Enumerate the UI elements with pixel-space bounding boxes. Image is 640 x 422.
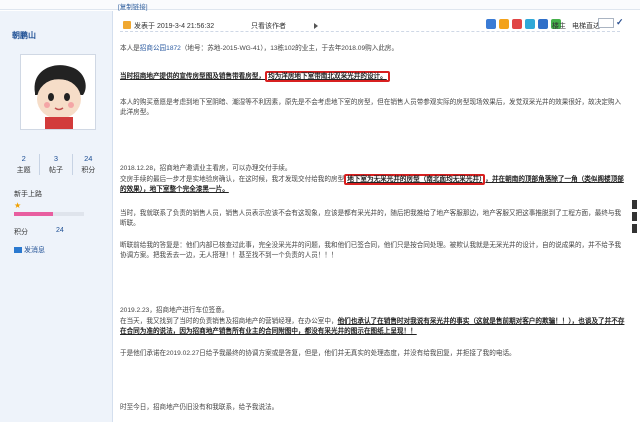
paragraph: 交房手续的最后一步才是实地验房确认，在这时候，我才发现交付给我的房型 地下室为无采…	[120, 174, 626, 195]
stat-posts[interactable]: 3 帖子	[40, 154, 73, 175]
paragraph: 断联前给我的答复是：他们内部已核查过此事，完全没采光井的问题，我和他们已签合同，…	[120, 241, 626, 261]
avatar[interactable]	[20, 54, 96, 130]
paragraph: 于是他们承诺在2019.02.27日给予我最终的协调方案或是答复，但是，他们并无…	[120, 349, 626, 359]
edge-decoration	[632, 200, 640, 236]
stat-credits[interactable]: 24 积分	[73, 154, 104, 175]
share-icon[interactable]	[525, 19, 535, 29]
author-only-link[interactable]: 只看该作者	[251, 21, 286, 31]
post-header: 发表于 2019-3-4 21:56:32 只看该作者 楼主 电梯直达 ✓	[120, 15, 624, 32]
stat-label: 积分	[81, 167, 96, 174]
highlight-box: 均为洋房地下室带南北双采光井的设计。	[265, 71, 390, 82]
paragraph: 时至今日，招商地产仍旧没有和我联系，给予我说法。	[120, 403, 626, 413]
paragraph: 本人是招商公园1872（地号：苏地-2015-WG-41），13栋102的业主，…	[120, 44, 626, 54]
send-message-label: 发消息	[24, 247, 45, 254]
avatar-illustration-icon	[21, 55, 95, 129]
paragraph: 2018.12.28，招商地产邀请业主看房，可以办理交付手续。	[120, 164, 626, 174]
paragraph: 当时招商地产提供的宣传房型图及销售带看房型， 均为洋房地下室带南北双采光井的设计。	[120, 71, 626, 82]
edge-mark	[632, 200, 637, 209]
stat-number: 24	[84, 154, 93, 163]
share-icon[interactable]	[538, 19, 548, 29]
share-icon[interactable]	[499, 19, 509, 29]
text: 2019.2.23，招商地产进行车位签意。	[120, 307, 229, 314]
edge-mark	[632, 224, 637, 233]
edge-mark	[632, 212, 637, 221]
text: 当时招商地产提供的宣传房型图及销售带看房型，	[120, 73, 266, 80]
text: 本人的购买意愿是考虑到地下室阴暗、潮湿等不利因素，原先是不会考虑地下室的房型，但…	[120, 99, 622, 116]
stat-label: 主题	[16, 167, 31, 174]
send-message-link[interactable]: 发消息	[14, 245, 45, 255]
user-stats: 2 主题 3 帖子 24 积分	[8, 154, 104, 175]
share-icon[interactable]	[486, 19, 496, 29]
stat-number: 3	[53, 154, 59, 163]
user-rank: 新手上路	[14, 191, 42, 198]
credit-progress-bar	[14, 212, 84, 216]
text: （地号：苏地-2015-WG-41），13栋102的业主，于去年2018.09购…	[180, 45, 399, 52]
goto-floor-label: 电梯直达	[572, 23, 600, 30]
text: 于是他们承诺在2019.02.27日给予我最终的协调方案或是答复，但是，他们并无…	[120, 350, 516, 357]
highlight-box: 地下室为无采光井的房型（南北面均无采光井）	[344, 174, 486, 185]
user-sidebar: 朝鹏山 2 主题 3 帖子 24 积分 新手上路 ★ 积分 24 发消息	[0, 11, 113, 422]
text: 断联前给我的答复是：他们内部已核查过此事，完全没采光井的问题，我和他们已签合同，…	[120, 242, 622, 259]
community-link[interactable]: 招商公园1872	[140, 45, 181, 52]
text: 时至今日，招商地产仍旧没有和我联系，给予我说法。	[120, 404, 279, 411]
credit-progress-fill	[14, 212, 53, 216]
stat-number: 2	[21, 154, 26, 163]
mail-icon	[14, 247, 22, 253]
stat-label: 帖子	[48, 167, 63, 174]
copy-link[interactable]: [复制链接]	[118, 1, 148, 11]
text: 当时，我就联系了负责的销售人员，销售人员表示应该不会有这现象，应该是都有采光井的…	[120, 210, 622, 227]
goto-floor-input[interactable]	[598, 18, 614, 28]
paragraph: 在当天，我又找到了当时的负责销售及招商地产的营销经理，在办公室中，他们也承认了在…	[120, 317, 626, 337]
score-value: 24	[56, 227, 64, 234]
text: 本人是	[120, 45, 140, 52]
post-time: 发表于 2019-3-4 21:56:32	[134, 23, 215, 30]
play-arrow-icon[interactable]	[314, 23, 318, 29]
text: 交房手续的最后一步才是实地验房确认，在这时候，我才发现交付给我的房型	[120, 176, 345, 183]
paragraph: 2019.2.23，招商地产进行车位签意。	[120, 306, 626, 316]
share-icons	[486, 19, 561, 29]
stat-topics[interactable]: 2 主题	[8, 154, 41, 175]
paragraph: 当时，我就联系了负责的销售人员，销售人员表示应该不会有这现象，应该是都有采光井的…	[120, 209, 626, 229]
online-status-icon	[123, 21, 131, 29]
username-link[interactable]: 朝鹏山	[12, 30, 36, 41]
share-icon[interactable]	[512, 19, 522, 29]
text: 2018.12.28，招商地产邀请业主看房，可以办理交付手续。	[120, 165, 292, 172]
floor-label: 楼主	[552, 23, 566, 30]
paragraph: 本人的购买意愿是考虑到地下室阴暗、潮湿等不利因素，原先是不会考虑地下室的房型，但…	[120, 98, 626, 118]
score-label: 积分	[14, 229, 28, 236]
rank-star-icon: ★	[14, 201, 22, 210]
goto-floor-button-icon[interactable]: ✓	[616, 17, 624, 28]
text: 在当天，我又找到了当时的负责销售及招商地产的营销经理，在办公室中，	[120, 318, 338, 325]
top-bar: [复制链接]	[0, 0, 640, 11]
